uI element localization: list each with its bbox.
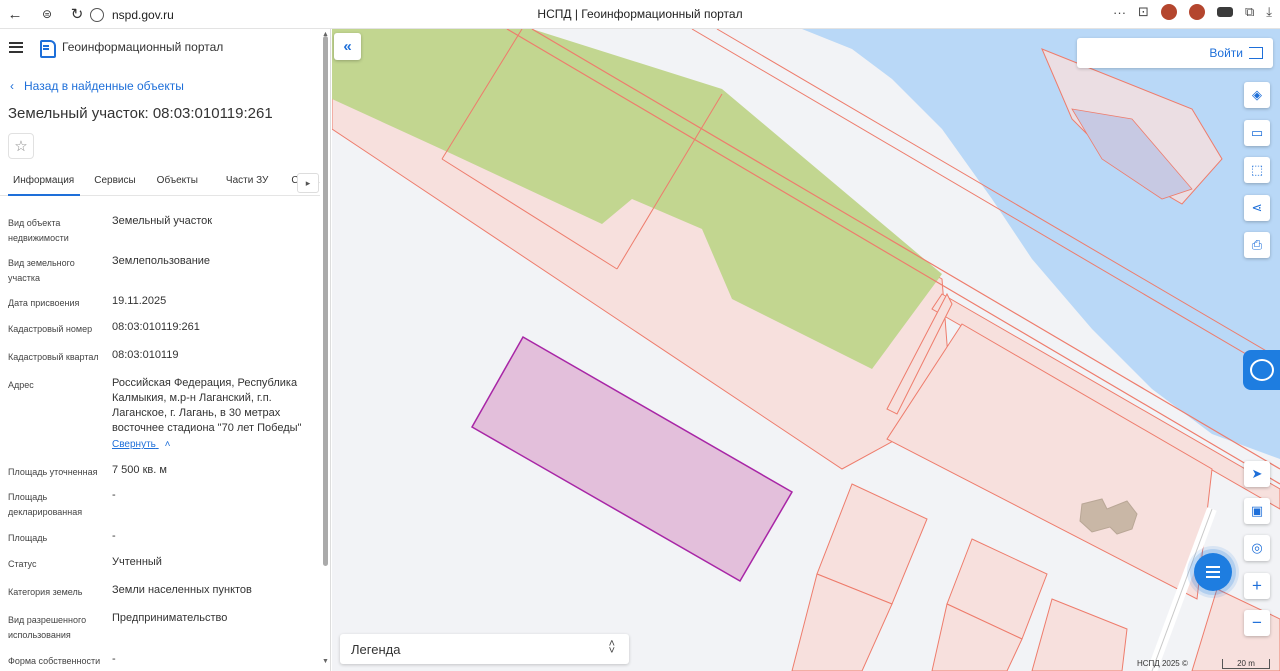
chat-button[interactable]	[1194, 553, 1232, 591]
download-icon[interactable]: ⤓	[1266, 4, 1272, 20]
sidebar-header: Геоинформационный портал	[0, 29, 330, 65]
scroll-down-icon[interactable]: ▼	[322, 658, 329, 665]
site-info-icon[interactable]	[90, 7, 104, 22]
chat-icon	[1206, 566, 1220, 578]
back-arrow-icon[interactable]: ←	[4, 3, 26, 25]
ruler-icon[interactable]: ▭	[1244, 120, 1270, 146]
select-area-icon[interactable]: ⬚	[1244, 157, 1270, 183]
prop-value: 7 500 кв. м	[112, 464, 167, 476]
prop-label: Статус	[8, 559, 37, 569]
navigate-icon[interactable]: ➤	[1244, 461, 1270, 487]
zoom-in-icon[interactable]: +	[1244, 573, 1270, 599]
back-to-results-link[interactable]: ‹ Назад в найденные объекты	[10, 79, 184, 93]
more-icon[interactable]: ···	[1113, 5, 1126, 20]
share-icon[interactable]: ⋖	[1244, 195, 1270, 221]
prop-label: Кадастровый квартал	[8, 352, 99, 362]
reload-icon[interactable]: ↻	[66, 3, 88, 25]
chevron-left-icon: ‹	[10, 79, 14, 93]
prop-value: -	[112, 489, 116, 501]
prop-label: Дата присвоения	[8, 298, 80, 308]
menu-icon[interactable]	[9, 41, 23, 53]
favorite-star-icon[interactable]: ☆	[8, 133, 34, 159]
extension-icon[interactable]	[1160, 4, 1177, 20]
prop-value: 08:03:010119:261	[112, 321, 200, 333]
cadastral-map	[332, 29, 1280, 671]
tab-parts[interactable]: Части ЗУ	[208, 169, 278, 195]
prop-value: Земельный участок	[112, 215, 213, 227]
login-label: Войти	[1209, 46, 1243, 60]
object-info-sidebar: Геоинформационный портал ‹ Назад в найде…	[0, 29, 331, 671]
prop-value: Российская Федерация, Республика Калмыки…	[112, 377, 302, 434]
layers-icon[interactable]: ◈	[1244, 82, 1270, 108]
prop-label: Вид разрешенного использования	[8, 615, 87, 640]
expand-collapse-icon: ˄ ˅	[608, 638, 615, 657]
prop-label: Вид объекта недвижимости	[8, 218, 69, 243]
page-title: Земельный участок: 08:03:010119:261	[8, 105, 273, 122]
shield-icon[interactable]: ⊜	[36, 3, 58, 25]
geolocation-icon[interactable]: ◎	[1244, 535, 1270, 561]
prop-label: Вид земельного участка	[8, 258, 75, 283]
map-canvas[interactable]	[332, 29, 1280, 671]
bookmark-icon[interactable]: ⊡	[1138, 4, 1149, 20]
prop-value: Землепользование	[112, 255, 211, 267]
prop-value: Земли населенных пунктов	[112, 584, 252, 596]
address-bar[interactable]: nspd.gov.ru	[90, 5, 174, 24]
extension-icon[interactable]	[1216, 7, 1233, 17]
prop-value: -	[112, 653, 116, 665]
collapse-link-label: Свернуть	[112, 439, 156, 450]
prop-label: Площадь декларированная	[8, 492, 83, 517]
browser-toolbar: ← ⊜ ↻ nspd.gov.ru НСПД | Геоинформационн…	[0, 0, 1280, 29]
legend-toggle[interactable]: Легенда ˄ ˅	[340, 634, 629, 664]
prop-value: -	[112, 530, 116, 542]
sidebar-scrollbar[interactable]	[323, 36, 328, 566]
map-scale: 20 m	[1222, 659, 1270, 669]
prop-label: Категория земель	[8, 587, 83, 597]
tab-title: НСПД | Геоинформационный портал	[537, 7, 743, 21]
chevron-up-icon: ˄	[164, 439, 171, 450]
zoom-out-icon[interactable]: −	[1244, 610, 1270, 636]
tab-services[interactable]: Сервисы	[84, 169, 145, 195]
prop-label: Форма собственности	[8, 656, 101, 666]
prop-label: Площадь уточненная	[8, 467, 98, 477]
prop-value: 19.11.2025	[112, 295, 167, 307]
map-copyright: НСПД 2025 ©	[1137, 659, 1188, 668]
login-button[interactable]: Войти	[1077, 38, 1273, 68]
prop-value: Предпринимательство	[112, 612, 228, 624]
tab-bar: Информация Сервисы Объекты Части ЗУ Сост…	[0, 169, 320, 196]
browser-extensions: ··· ⊡ ⧉ ⤓	[1113, 4, 1272, 20]
url-text: nspd.gov.ru	[112, 7, 174, 22]
back-link-label: Назад в найденные объекты	[24, 79, 184, 93]
tab-info[interactable]: Информация	[0, 169, 84, 196]
prop-label: Адрес	[8, 380, 34, 390]
legend-label: Легенда	[351, 641, 401, 657]
feedback-badge-icon[interactable]	[1243, 350, 1280, 390]
collapse-sidebar-button[interactable]: «	[334, 33, 361, 60]
print-icon[interactable]: ⎙	[1244, 232, 1270, 258]
login-icon	[1249, 47, 1263, 59]
collapse-address-link[interactable]: Свернуть ˄	[112, 439, 170, 450]
extension-icon[interactable]	[1188, 4, 1205, 20]
minimap-icon[interactable]: ▣	[1244, 498, 1270, 524]
portal-title: Геоинформационный портал	[62, 40, 224, 54]
collections-icon[interactable]: ⧉	[1245, 4, 1254, 20]
tabs-scroll-right-icon[interactable]: ▸	[297, 173, 319, 193]
prop-label: Кадастровый номер	[8, 324, 93, 334]
tab-objects[interactable]: Объекты	[146, 169, 208, 195]
prop-label: Площадь	[8, 533, 48, 543]
portal-logo-icon	[39, 39, 56, 58]
prop-value: Учтенный	[112, 556, 162, 568]
prop-value: 08:03:010119	[112, 349, 179, 361]
